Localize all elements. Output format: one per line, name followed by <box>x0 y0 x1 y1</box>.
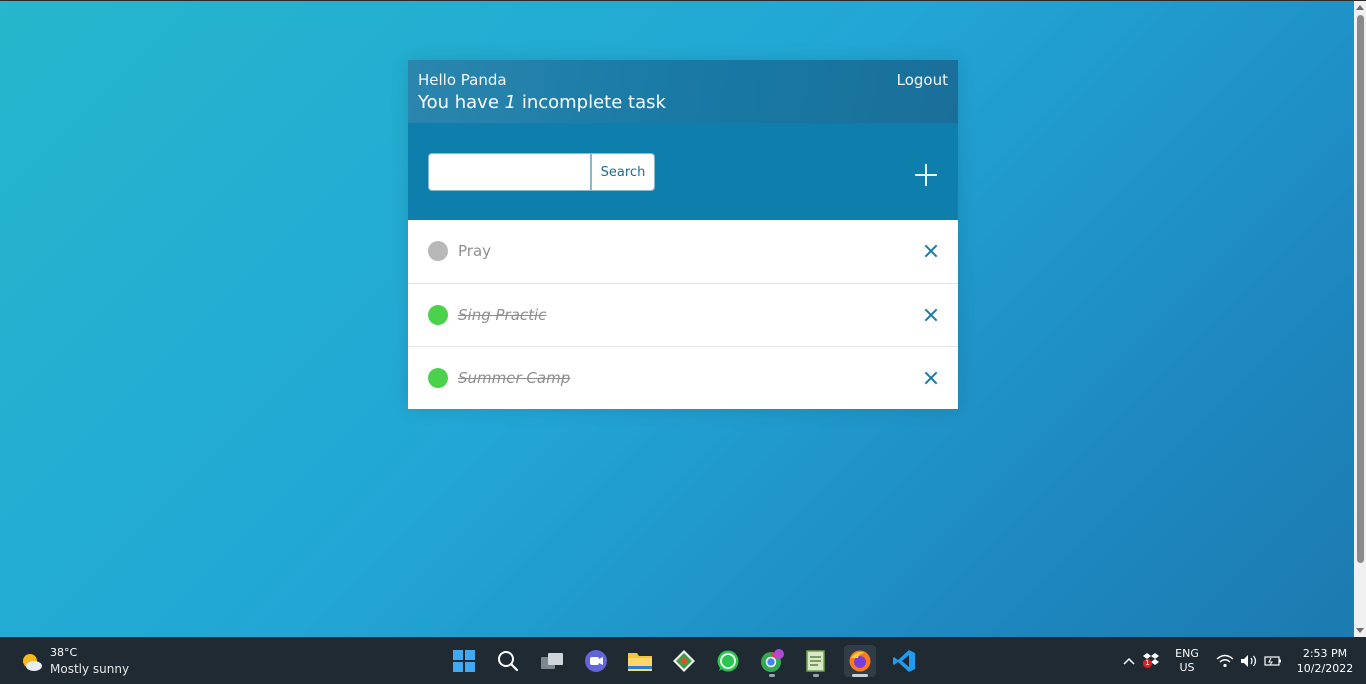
whatsapp-icon[interactable] <box>712 645 744 677</box>
task-row: Sing Practic <box>408 283 958 346</box>
vscode-icon[interactable] <box>888 645 920 677</box>
close-icon[interactable] <box>924 308 938 322</box>
app-header: Hello Panda You have 1 incomplete task L… <box>408 60 958 123</box>
clock-time: 2:53 PM <box>1302 647 1348 660</box>
page-scrollbar[interactable] <box>1354 1 1366 637</box>
summary-suffix: incomplete task <box>516 92 666 113</box>
task-label[interactable]: Pray <box>458 241 491 261</box>
search-toolbar: Search <box>408 123 958 220</box>
plus-icon[interactable] <box>914 163 938 187</box>
git-app-icon[interactable] <box>668 645 700 677</box>
search-input[interactable] <box>428 153 591 191</box>
battery-icon[interactable] <box>1264 655 1282 667</box>
greeting: Hello Panda <box>418 71 507 89</box>
summary-prefix: You have <box>418 92 505 113</box>
task-view-icon[interactable] <box>536 645 568 677</box>
diamond-app-icon <box>673 650 695 672</box>
close-icon[interactable] <box>924 371 938 385</box>
task-row: Pray <box>408 220 958 283</box>
firefox-glyph-icon <box>849 650 871 672</box>
task-summary: You have 1 incomplete task <box>418 91 948 115</box>
whatsapp-glyph-icon <box>717 650 739 672</box>
vscode-glyph-icon <box>893 650 915 672</box>
task-status-toggle[interactable] <box>428 241 448 261</box>
file-explorer-icon[interactable] <box>624 645 656 677</box>
teams-chat-icon <box>585 650 607 672</box>
search-button[interactable]: Search <box>591 153 655 191</box>
dropbox-badge: 1 <box>1143 659 1152 668</box>
weather-widget[interactable]: 38°C Mostly sunny <box>18 645 158 677</box>
weather-temp: 38°C <box>50 646 78 659</box>
task-view-glyph-icon <box>541 653 563 669</box>
task-status-toggle[interactable] <box>428 305 448 325</box>
dropbox-icon[interactable]: 1 <box>1143 651 1161 671</box>
wifi-icon[interactable] <box>1216 654 1234 668</box>
task-status-toggle[interactable] <box>428 368 448 388</box>
close-icon[interactable] <box>924 244 938 258</box>
running-indicator <box>813 674 819 677</box>
chrome-icon[interactable] <box>756 645 788 677</box>
scroll-up-icon[interactable] <box>1356 5 1364 10</box>
chat-icon[interactable] <box>580 645 612 677</box>
chrome-glyph-icon <box>761 649 784 672</box>
task-label[interactable]: Sing Practic <box>458 305 546 325</box>
region-code: US <box>1179 661 1195 674</box>
volume-icon[interactable] <box>1240 654 1258 668</box>
task-row: Summer Camp <box>408 346 958 409</box>
incomplete-count: 1 <box>504 92 517 113</box>
language-indicator[interactable]: ENG US <box>1174 647 1200 675</box>
notepad-glyph-icon <box>806 650 825 672</box>
weather-description: Mostly sunny <box>50 662 130 676</box>
folder-icon <box>628 653 652 671</box>
todo-app: Hello Panda You have 1 incomplete task L… <box>408 60 958 409</box>
partly-sunny-icon <box>23 654 42 671</box>
taskbar: 38°C Mostly sunny 1 ENG US 2:53 PM 10/2/… <box>0 637 1366 684</box>
task-label[interactable]: Summer Camp <box>458 368 570 388</box>
language-code: ENG <box>1175 647 1199 660</box>
running-indicator <box>852 674 868 677</box>
notepad-icon[interactable] <box>800 645 832 677</box>
firefox-icon[interactable] <box>844 645 876 677</box>
search-icon[interactable] <box>492 645 524 677</box>
scroll-down-icon[interactable] <box>1356 628 1364 633</box>
windows-logo-icon <box>453 650 475 672</box>
scrollbar-thumb[interactable] <box>1357 15 1364 563</box>
logout-link[interactable]: Logout <box>897 71 948 89</box>
magnifier-icon <box>498 651 519 672</box>
chevron-up-icon[interactable] <box>1122 655 1136 667</box>
running-indicator <box>769 674 775 677</box>
system-clock[interactable]: 2:53 PM 10/2/2022 <box>1292 646 1358 676</box>
clock-date: 10/2/2022 <box>1296 662 1354 675</box>
start-icon[interactable] <box>448 645 480 677</box>
task-list: Pray Sing Practic Summer Camp <box>408 220 958 409</box>
